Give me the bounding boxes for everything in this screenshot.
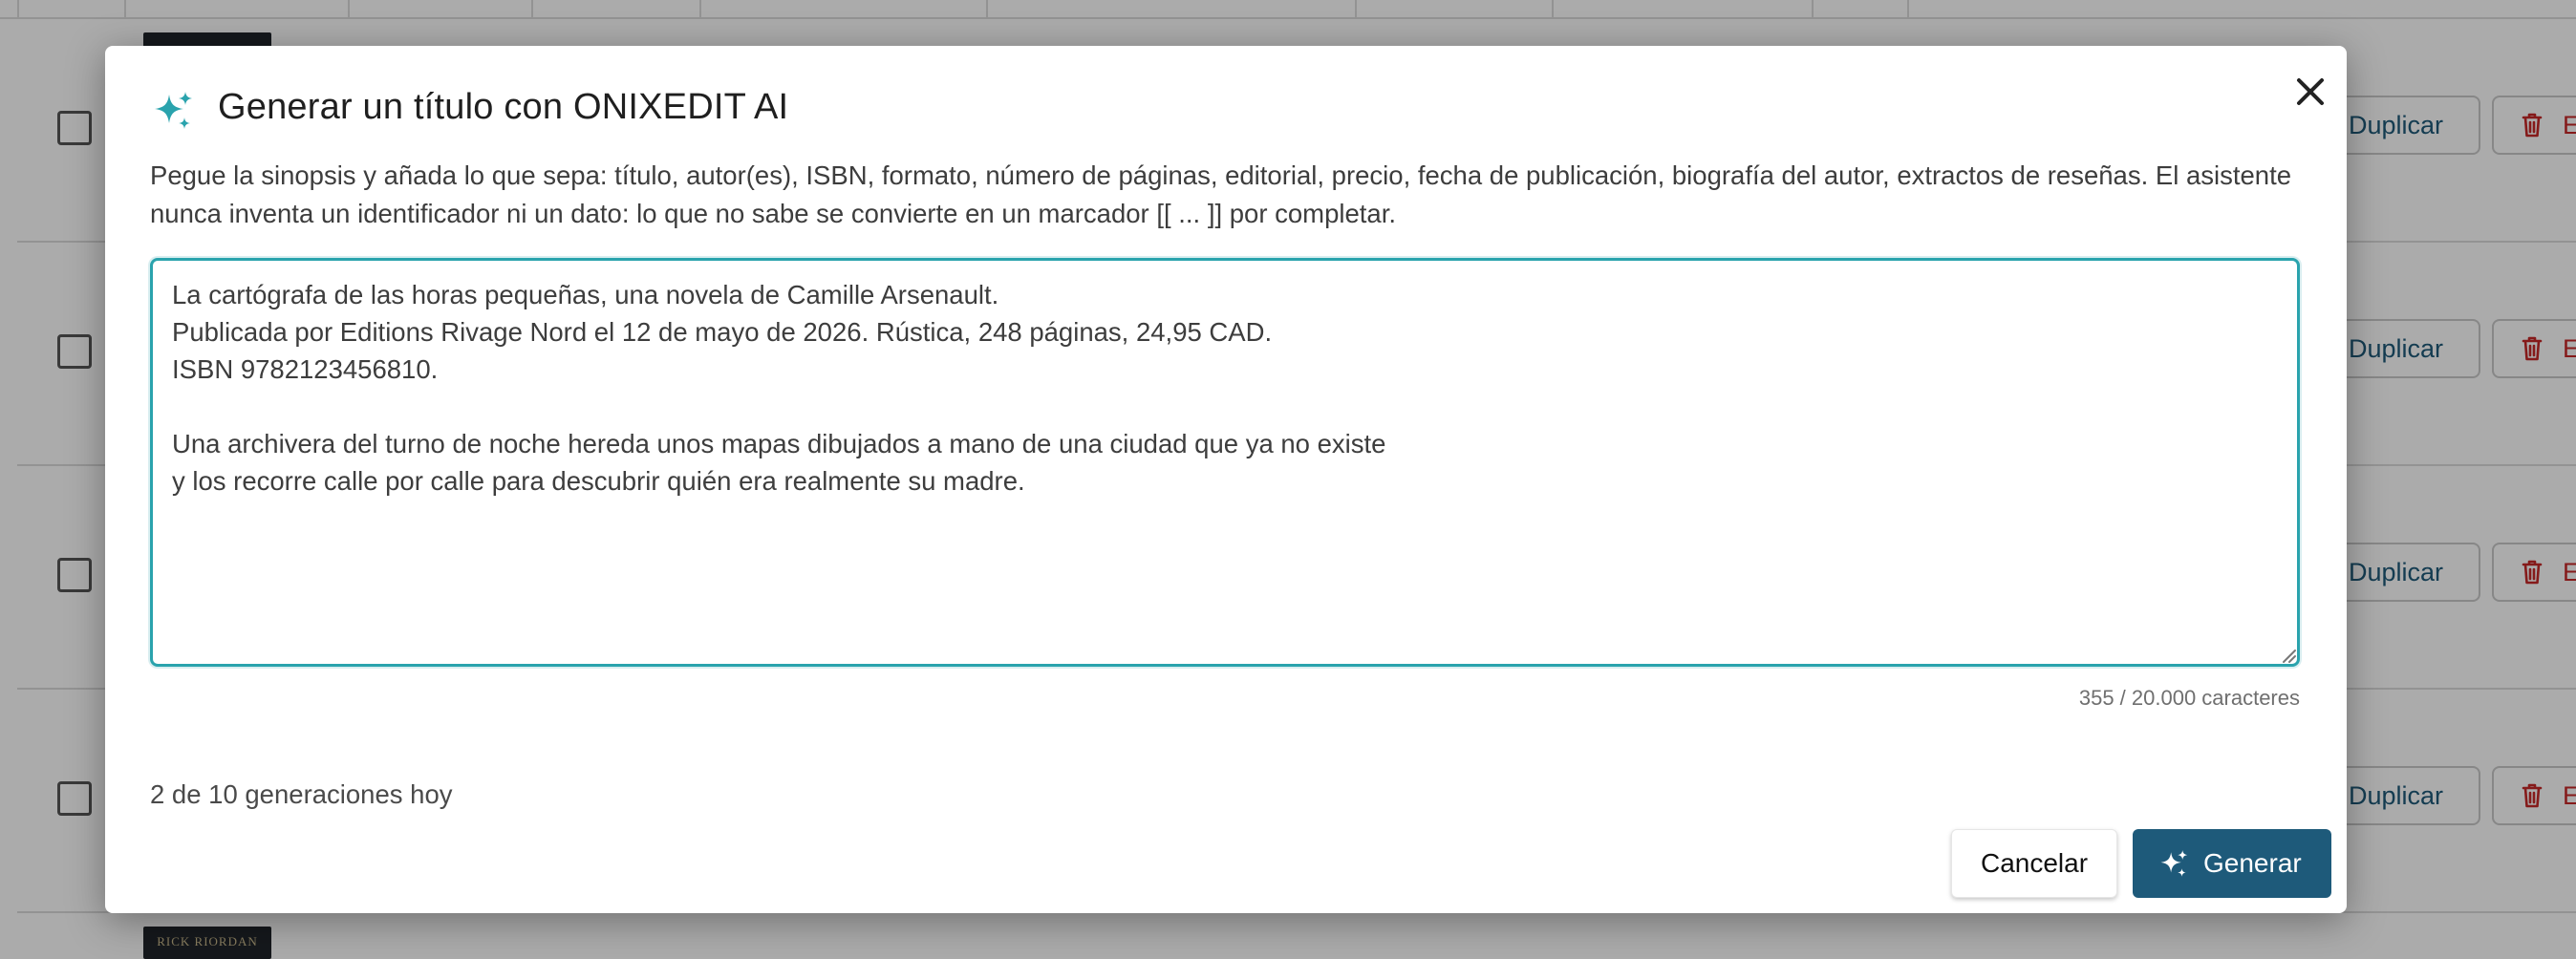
dialog-description: Pegue la sinopsis y añada lo que sepa: t…	[150, 160, 2292, 228]
generations-remaining: 2 de 10 generaciones hoy	[150, 779, 453, 809]
resize-handle-icon[interactable]	[2278, 645, 2297, 664]
generate-title-dialog: Generar un título con ONIXEDIT AI Pegue …	[105, 46, 2347, 913]
generate-button[interactable]: Generar	[2133, 829, 2331, 898]
synopsis-textarea[interactable]	[150, 258, 2300, 667]
dialog-title: Generar un título con ONIXEDIT AI	[218, 87, 789, 127]
close-icon[interactable]	[2284, 65, 2337, 118]
sparkles-icon	[2160, 850, 2188, 877]
generate-label: Generar	[2203, 848, 2302, 878]
sparkles-icon	[155, 92, 192, 129]
cancel-button[interactable]: Cancelar	[1951, 829, 2117, 898]
character-counter: 355 / 20.000 caracteres	[2078, 686, 2300, 710]
